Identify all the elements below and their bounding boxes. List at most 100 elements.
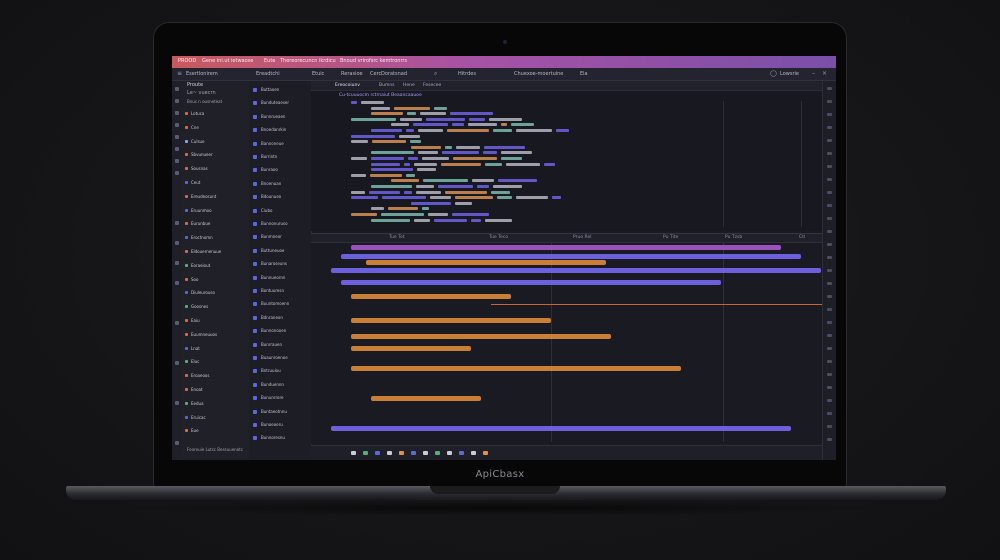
timeline-clip[interactable] [331,426,791,431]
tree-item[interactable]: Eoraeiout [185,263,245,269]
toolbar-icon[interactable] [827,217,832,220]
toolbar-icon[interactable] [827,425,832,428]
menu-item[interactable]: Ela [580,71,588,77]
search-icon[interactable]: ⌕ [434,70,437,78]
activity-icon[interactable] [175,159,179,163]
timeline-clip[interactable] [351,334,611,339]
file-item[interactable]: Buuntomoenn [253,301,309,307]
file-item[interactable]: Bunnueornn [253,275,309,281]
toolbar-icon[interactable] [827,360,832,363]
timeline-clip[interactable] [351,294,511,299]
toolbar-icon[interactable] [827,139,832,142]
file-item[interactable]: Bununrrore [253,395,309,401]
toolbar-icon[interactable] [827,438,832,441]
activity-icon[interactable] [175,123,179,127]
tree-item[interactable]: Eruicac [185,415,245,421]
file-item[interactable]: Bunnonooen [253,328,309,334]
toolbar-icon[interactable] [827,126,832,129]
file-item[interactable]: Bunduteaeser [253,100,309,106]
menu-item[interactable]: Chuexoe-moertuine [514,71,563,77]
toolbar-icon[interactable] [827,152,832,155]
timeline-clip[interactable] [341,254,801,259]
toolbar-icon[interactable] [827,412,832,415]
toolbar-icon[interactable] [827,230,832,233]
tree-item[interactable]: Eroaeoos [185,373,245,379]
tab[interactable]: Ereocoiunv [335,83,360,88]
menu-item[interactable]: Etuic [312,71,324,77]
activity-icon[interactable] [175,281,179,285]
timeline-clip[interactable] [351,346,471,351]
activity-icon[interactable] [175,401,179,405]
activity-icon[interactable] [175,241,179,245]
tree-item[interactable]: Eaiu [185,318,245,324]
tree-item[interactable]: Eluc [185,359,245,365]
file-item[interactable]: Bunmneor [253,234,309,240]
tree-item[interactable]: Cne [185,125,245,131]
tree-item[interactable]: Eurunbue [185,221,245,227]
toolbar-icon[interactable] [827,204,832,207]
toolbar-icon[interactable] [827,282,832,285]
menu-item[interactable]: Cerc [370,71,381,77]
tree-item[interactable]: Eue [185,428,245,434]
toolbar-icon[interactable] [827,347,832,350]
status-icon[interactable] [411,451,416,455]
toolbar-icon[interactable] [827,334,832,337]
tree-item[interactable]: Eroctnomn [185,235,245,241]
file-item[interactable]: Bntruuiou [253,368,309,374]
status-icon[interactable] [459,451,464,455]
timeline-clip[interactable] [351,366,681,371]
tree-item[interactable]: Soo [185,277,245,283]
status-icon[interactable] [447,451,452,455]
status-icon[interactable] [387,451,392,455]
toolbar-icon[interactable] [827,386,832,389]
tab[interactable]: Fesecee [423,83,441,88]
activity-icon[interactable] [175,99,179,103]
tree-item[interactable]: Diuleurouso [185,290,245,296]
menu-item[interactable]: Hitrdes [458,71,476,77]
toolbar-icon[interactable] [827,399,832,402]
activity-icon[interactable] [175,171,179,175]
timeline-clip[interactable] [366,260,606,265]
tree-item[interactable]: Enoat [185,387,245,393]
toolbar-icon[interactable] [827,243,832,246]
tab[interactable]: Hene [403,83,415,88]
file-item[interactable]: Bunnrueaen [253,114,309,120]
activity-icon[interactable] [175,221,179,225]
file-item[interactable]: Burrintn [253,154,309,160]
menu-item[interactable]: Ereadtchi [256,71,280,77]
file-item[interactable]: Bunduennn [253,382,309,388]
file-item[interactable]: Bunraoo [253,167,309,173]
toolbar-icon[interactable] [827,373,832,376]
tree-item[interactable]: Eldouernenuue [185,249,245,255]
file-item[interactable]: Bunnoresnu [253,435,309,441]
tree-item[interactable]: Lotuca [185,111,245,117]
tree-item[interactable]: Ceut [185,180,245,186]
timeline-clip[interactable] [371,396,481,401]
minimize-icon[interactable]: – [812,70,815,77]
file-item[interactable]: Bontuuresn [253,288,309,294]
toolbar-icon[interactable] [827,191,832,194]
activity-icon[interactable] [175,87,179,91]
timeline-clip[interactable] [331,268,821,273]
toolbar-icon[interactable] [827,165,832,168]
status-icon[interactable] [399,451,404,455]
timeline-clip[interactable] [341,280,721,285]
explorer-filter[interactable]: Bnuc n ousneteat [187,99,222,104]
file-item[interactable]: Bnoedanrkin [253,127,309,133]
file-item[interactable]: Bannoneue [253,141,309,147]
tree-item[interactable]: Sousnas [185,166,245,172]
tree-item[interactable]: Culsue [185,139,245,145]
file-item[interactable]: Ciubo [253,208,309,214]
status-icon[interactable] [483,451,488,455]
tree-item[interactable]: Eruunmoo [185,208,245,214]
tab[interactable]: Bumns [379,83,395,88]
toolbar-icon[interactable] [827,87,832,90]
timeline-clip[interactable] [351,318,551,323]
menu-item[interactable]: Doratsnad [381,71,407,77]
settings-icon[interactable] [175,441,179,445]
toolbar-icon[interactable] [827,256,832,259]
status-icon[interactable] [435,451,440,455]
toolbar-icon[interactable] [827,321,832,324]
menu-icon[interactable]: ≡ [177,70,182,77]
toolbar-icon[interactable] [827,269,832,272]
